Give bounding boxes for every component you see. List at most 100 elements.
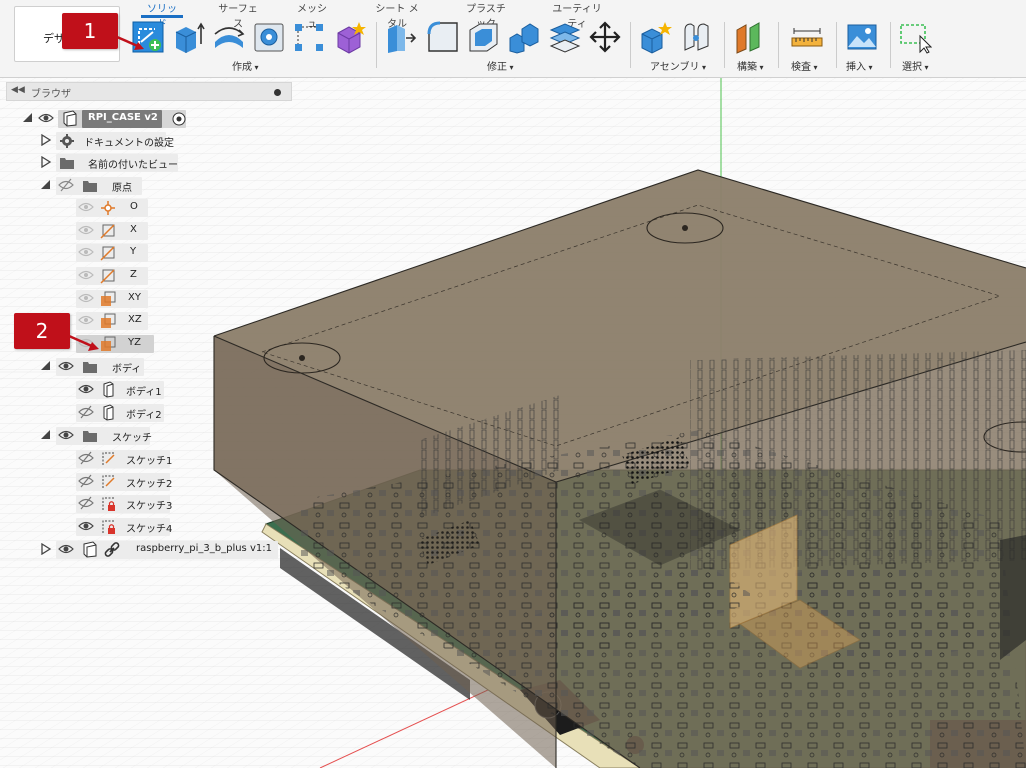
offset-plane-button[interactable] (734, 20, 768, 54)
hidden-eye-icon[interactable] (58, 178, 74, 192)
group-divider (836, 22, 837, 68)
body-label: ボディ1 (126, 387, 162, 398)
tree-node-sketch[interactable]: スケッチ2 (76, 472, 172, 492)
modify-menu[interactable]: 修正 (487, 58, 514, 73)
body-icon (103, 381, 114, 398)
combine-icon (509, 23, 539, 54)
joint-button[interactable] (680, 20, 714, 54)
tab-mesh[interactable]: メッシュ (294, 0, 330, 30)
tree-node-linked-component[interactable]: raspberry_pi_3_b_plus v1:1 (40, 540, 280, 560)
tree-node-sketch[interactable]: スケッチ1 (76, 449, 172, 469)
visibility-eye-icon[interactable] (78, 519, 94, 533)
collapsed-triangle-icon[interactable] (40, 543, 52, 555)
axis-icon (100, 269, 115, 284)
move-icon (589, 21, 621, 53)
inspect-menu[interactable]: 検査 (791, 58, 818, 73)
hidden-eye-icon[interactable] (78, 245, 94, 259)
expanded-triangle-icon[interactable] (40, 360, 52, 372)
linked-component-label: raspberry_pi_3_b_plus v1:1 (136, 543, 272, 554)
select-button[interactable] (898, 20, 933, 54)
new-component-icon (641, 22, 672, 54)
offset-face-button[interactable] (548, 20, 582, 54)
tab-solid[interactable]: ソリッド (141, 0, 183, 30)
new-component-button[interactable] (639, 20, 673, 54)
combine-button[interactable] (507, 20, 541, 54)
create-menu[interactable]: 作成 (232, 58, 259, 73)
sketches-label: スケッチ (112, 433, 152, 444)
revolve-button[interactable] (212, 20, 246, 54)
rectangular-pattern-icon (295, 24, 323, 51)
construct-menu[interactable]: 構築 (737, 58, 764, 73)
assemble-menu[interactable]: アセンブリ (650, 58, 706, 73)
tab-surface[interactable]: サーフェス (217, 0, 259, 30)
origin-item-label: XZ (128, 314, 142, 325)
create-form-button[interactable] (333, 20, 367, 54)
visibility-eye-icon[interactable] (58, 359, 74, 373)
hidden-eye-icon[interactable] (78, 405, 94, 419)
tree-node-sketches[interactable]: スケッチ (40, 426, 160, 446)
collapse-browser-icon[interactable]: ◀◀ (11, 85, 25, 95)
tree-node-sketch[interactable]: スケッチ4 (76, 517, 172, 537)
activate-radio-icon[interactable] (171, 110, 187, 127)
insert-image-button[interactable] (845, 20, 879, 54)
tree-node-document-settings[interactable]: ドキュメントの設定 (40, 131, 174, 151)
locked-sketch-icon (102, 520, 115, 534)
measure-button[interactable] (790, 20, 824, 54)
insert-menu[interactable]: 挿入 (846, 58, 873, 73)
collapsed-triangle-icon[interactable] (40, 134, 52, 146)
press-pull-button[interactable] (384, 20, 418, 54)
tree-node-root[interactable]: RPI_CASE v2 (22, 109, 192, 129)
shell-button[interactable] (466, 20, 500, 54)
hidden-eye-icon[interactable] (78, 200, 94, 214)
tree-node-y-axis[interactable]: Y (76, 243, 150, 263)
move-copy-button[interactable] (588, 20, 622, 54)
hidden-eye-icon[interactable] (78, 451, 94, 465)
callout-arrow-1 (116, 35, 144, 50)
tree-node-origin-point[interactable]: O (76, 198, 150, 218)
browser-pin-icon[interactable] (274, 89, 281, 96)
3d-viewport[interactable] (0, 78, 1026, 768)
offset-plane-icon (736, 22, 760, 54)
visibility-eye-icon[interactable] (78, 382, 94, 396)
tree-node-body[interactable]: ボディ2 (76, 403, 166, 423)
hidden-eye-icon[interactable] (78, 474, 94, 488)
viewport-canvas (0, 78, 1026, 768)
hidden-eye-icon[interactable] (78, 313, 94, 327)
hidden-eye-icon[interactable] (78, 223, 94, 237)
visibility-eye-icon[interactable] (58, 428, 74, 442)
tree-node-xz-plane[interactable]: XZ (76, 311, 150, 331)
tab-sheet-metal[interactable]: シート メタル (372, 0, 422, 30)
group-divider (376, 22, 377, 68)
expanded-triangle-icon[interactable] (22, 112, 34, 124)
tree-node-origin[interactable]: 原点 (40, 176, 150, 196)
tree-node-bodies[interactable]: ボディ (40, 357, 150, 377)
rectangular-pattern-button[interactable] (292, 20, 326, 54)
expanded-triangle-icon[interactable] (40, 179, 52, 191)
tree-node-xy-plane[interactable]: XY (76, 289, 150, 309)
tree-node-z-axis[interactable]: Z (76, 266, 150, 286)
fillet-button[interactable] (426, 20, 460, 54)
component-icon (83, 541, 97, 558)
plane-icon (101, 291, 116, 306)
origin-item-label: YZ (128, 337, 141, 348)
hidden-eye-icon[interactable] (78, 268, 94, 282)
hidden-eye-icon[interactable] (78, 496, 94, 510)
expanded-triangle-icon[interactable] (40, 429, 52, 441)
tab-utilities[interactable]: ユーティリティ (549, 0, 605, 30)
hidden-eye-icon[interactable] (78, 291, 94, 305)
tab-plastic[interactable]: プラスチック (462, 0, 510, 30)
hole-button[interactable] (252, 20, 286, 54)
extrude-button[interactable] (172, 20, 206, 54)
origin-point-icon (101, 201, 115, 215)
tree-node-x-axis[interactable]: X (76, 221, 150, 241)
origin-item-label: Y (130, 246, 137, 257)
collapsed-triangle-icon[interactable] (40, 156, 52, 168)
tree-node-sketch[interactable]: スケッチ3 (76, 494, 172, 514)
offset-face-icon (549, 23, 581, 53)
tree-node-named-views[interactable]: 名前の付いたビュー (40, 153, 180, 173)
origin-label: 原点 (112, 183, 132, 194)
tree-node-body[interactable]: ボディ1 (76, 380, 166, 400)
select-menu[interactable]: 選択 (902, 58, 929, 73)
visibility-eye-icon[interactable] (38, 111, 54, 125)
visibility-eye-icon[interactable] (58, 542, 74, 556)
